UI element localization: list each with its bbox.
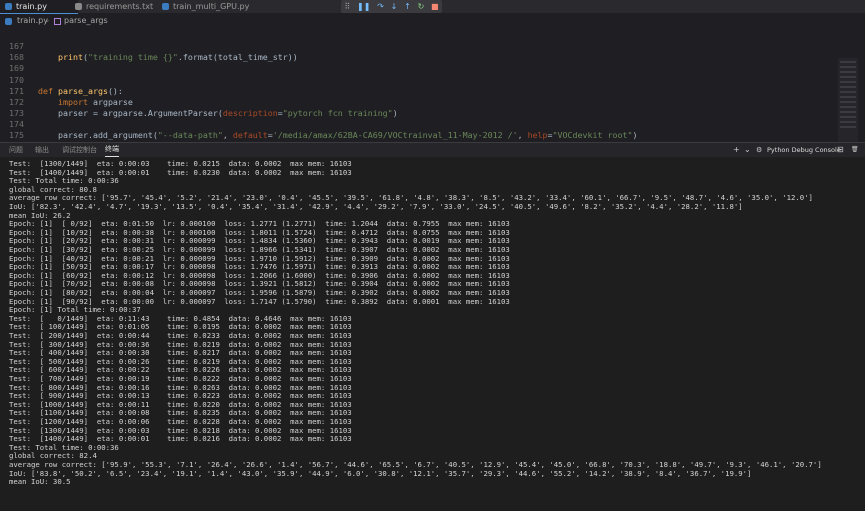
step-over-icon[interactable]: ↷ <box>377 2 384 11</box>
tab-train-py[interactable]: train.py <box>0 0 78 14</box>
trash-icon[interactable]: 🗑 <box>851 143 859 157</box>
restart-icon[interactable]: ↻ <box>418 2 425 11</box>
split-terminal-icon[interactable]: ⊟ <box>837 143 844 157</box>
function-symbol-icon <box>54 18 61 25</box>
terminal-line: IoU: ['82.3', '42.4', '4.7', '19.3', '13… <box>9 202 743 211</box>
tab-requirements-txt[interactable]: requirements.txt <box>70 0 166 13</box>
step-out-icon[interactable]: ↑ <box>404 2 411 11</box>
tab-label: requirements.txt <box>86 2 154 11</box>
code-line: 170 def parse_args(): <box>0 64 840 96</box>
stop-icon[interactable]: ■ <box>431 2 439 11</box>
breadcrumb-file[interactable]: train.py <box>17 14 48 28</box>
terminal-output[interactable]: Test: [1300/1449] eta: 0:00:03 time: 0.0… <box>0 157 865 511</box>
panel-header: 问题 输出 调试控制台 终端 + ⌄ ⚙ Python Debug Consol… <box>0 142 865 157</box>
code-line: 174 parser.add_argument("--data-path", d… <box>0 108 840 140</box>
code-line: 173 <box>0 97 840 118</box>
step-into-icon[interactable]: ↓ <box>391 2 398 11</box>
breadcrumb-symbol[interactable]: parse_args <box>64 14 108 28</box>
code-line: 175 parser.add_argument("--num-classes",… <box>0 119 840 151</box>
terminal-line: IoU: ['83.8', '50.2', '6.5', '23.4', '19… <box>9 468 752 478</box>
debug-toolbar: ⠿ ❚❚ ↷ ↓ ↑ ↻ ■ <box>341 0 442 13</box>
tab-problems[interactable]: 问题 <box>9 143 23 157</box>
code-line: 168 <box>0 41 840 62</box>
code-line: 172 parser = argparse.ArgumentParser(des… <box>0 86 840 118</box>
tab-debug-console[interactable]: 调试控制台 <box>62 143 97 157</box>
tab-label: train_multi_GPU.py <box>173 2 250 11</box>
tab-train-multi-gpu-py[interactable]: train_multi_GPU.py <box>157 0 263 13</box>
drag-handle-icon[interactable]: ⠿ <box>344 2 350 11</box>
add-terminal-icon[interactable]: + <box>733 143 740 157</box>
tab-output[interactable]: 输出 <box>35 143 49 157</box>
terminal-line: mean IoU: 30.5 <box>9 477 71 487</box>
code-line: 167 print("training time {}".format(tota… <box>0 30 840 62</box>
code-line: 171 import argparse <box>0 75 840 107</box>
pause-icon[interactable]: ❚❚ <box>357 2 370 11</box>
python-file-icon <box>162 3 169 10</box>
text-file-icon <box>75 3 82 10</box>
breadcrumb: train.py › parse_args <box>0 14 865 28</box>
code-editor[interactable]: 167 print("training time {}".format(tota… <box>0 28 865 168</box>
code-line: 169 <box>0 52 840 73</box>
terminal-name[interactable]: Python Debug Console <box>767 143 841 157</box>
tab-terminal[interactable]: 终端 <box>105 143 119 157</box>
chevron-right-icon: › <box>46 16 50 25</box>
python-file-icon <box>5 18 12 25</box>
python-file-icon <box>5 3 12 10</box>
tab-label: train.py <box>16 2 47 11</box>
dropdown-icon[interactable]: ⌄ <box>744 143 751 157</box>
code-line: 176 parser.add_argument("--aux", default… <box>0 130 840 162</box>
bug-icon: ⚙ <box>756 146 763 154</box>
